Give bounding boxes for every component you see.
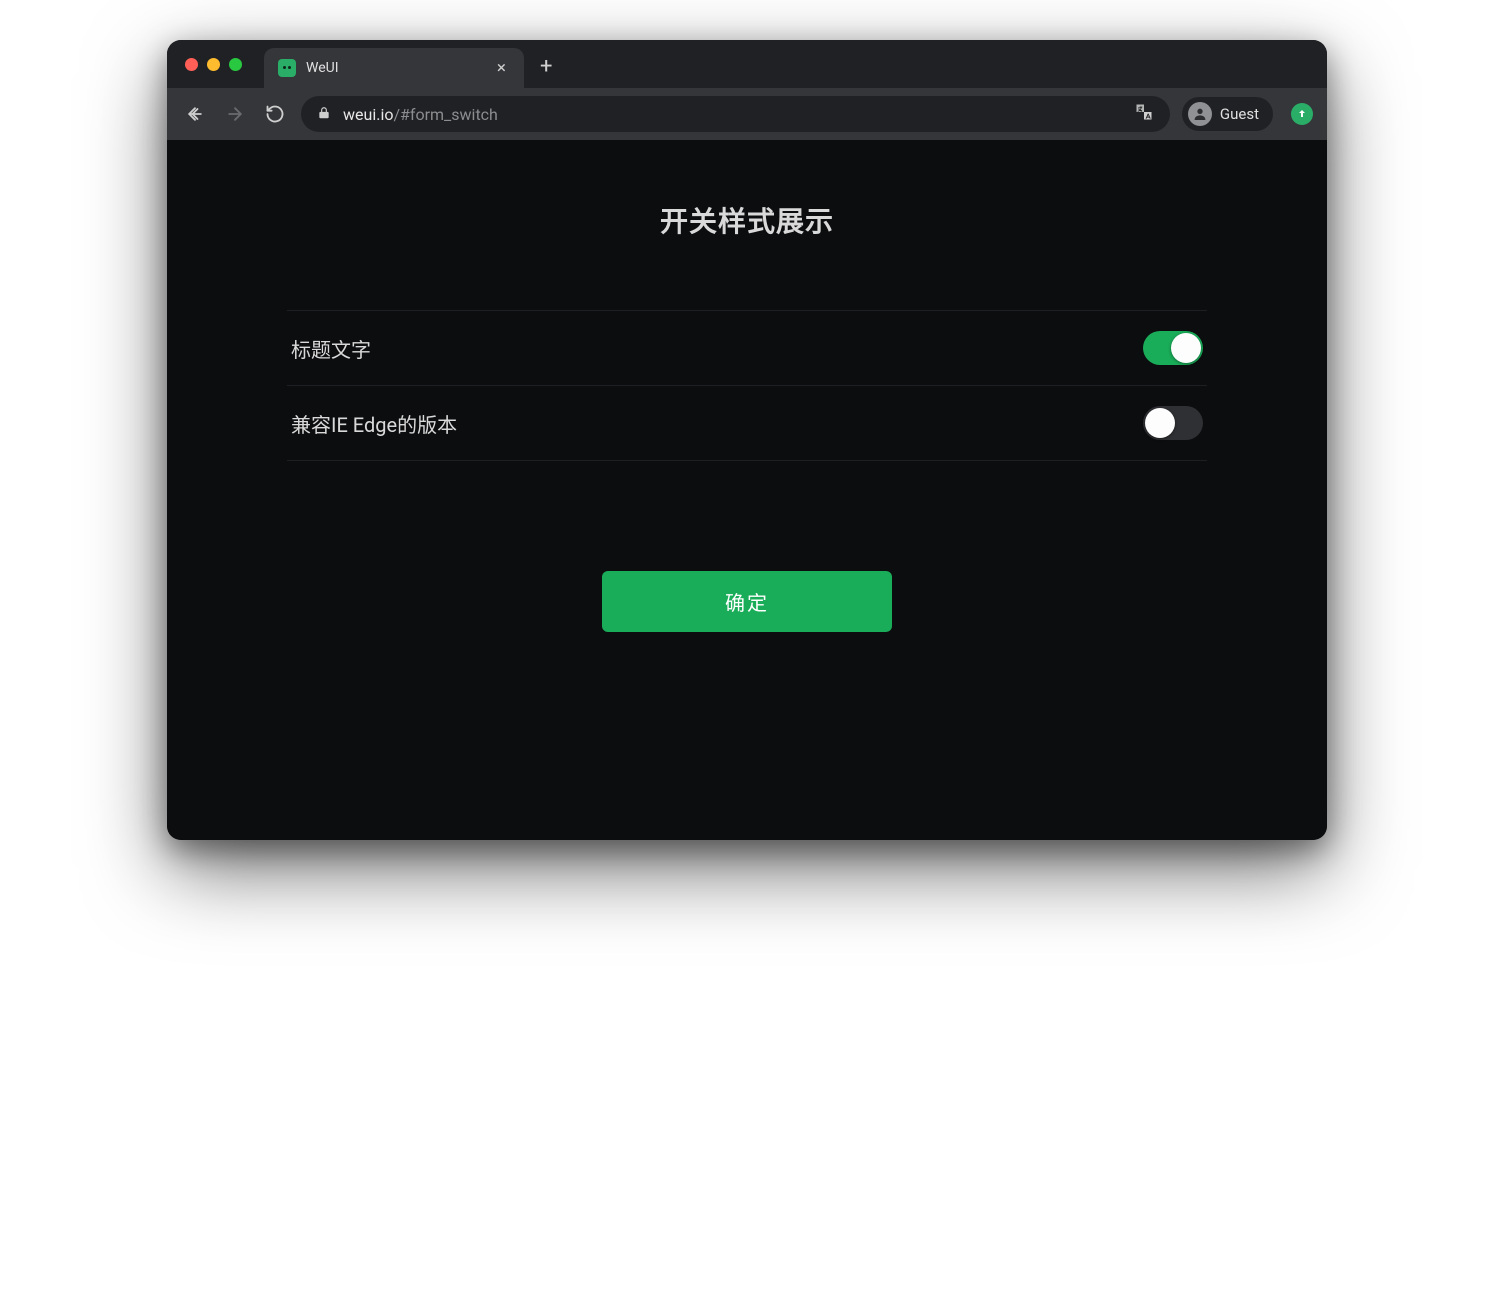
nav-reload-button[interactable] xyxy=(261,100,289,128)
tab-strip: WeUI × + xyxy=(167,40,1327,88)
browser-window: WeUI × + weui.io/#form_switch xyxy=(167,40,1327,840)
switch-knob xyxy=(1145,408,1175,438)
window-zoom-button[interactable] xyxy=(229,58,242,71)
nav-forward-button[interactable] xyxy=(221,100,249,128)
page-title: 开关样式展示 xyxy=(287,200,1207,240)
profile-label: Guest xyxy=(1220,105,1259,123)
switch-cell-title-text: 标题文字 xyxy=(287,311,1207,386)
browser-tab[interactable]: WeUI × xyxy=(264,48,524,88)
window-controls xyxy=(185,58,242,71)
page-viewport: 开关样式展示 标题文字 兼容IE Edge的版本 确定 xyxy=(167,140,1327,840)
switch-toggle-ie-edge[interactable] xyxy=(1143,406,1203,440)
extension-badge[interactable] xyxy=(1291,103,1313,125)
new-tab-button[interactable]: + xyxy=(524,54,568,79)
url-host: weui.io xyxy=(343,105,393,124)
address-bar[interactable]: weui.io/#form_switch xyxy=(301,96,1170,132)
window-minimize-button[interactable] xyxy=(207,58,220,71)
browser-toolbar: weui.io/#form_switch Guest xyxy=(167,88,1327,140)
lock-icon xyxy=(317,105,331,124)
wechat-favicon-icon xyxy=(278,59,296,77)
nav-back-button[interactable] xyxy=(181,100,209,128)
tab-title: WeUI xyxy=(306,60,483,76)
profile-chip[interactable]: Guest xyxy=(1182,97,1273,131)
tab-close-button[interactable]: × xyxy=(493,58,510,79)
url-path: /#form_switch xyxy=(393,105,497,124)
window-close-button[interactable] xyxy=(185,58,198,71)
url-text: weui.io/#form_switch xyxy=(343,105,1122,124)
switch-label: 兼容IE Edge的版本 xyxy=(291,409,457,438)
switch-cell-ie-edge: 兼容IE Edge的版本 xyxy=(287,386,1207,461)
avatar-icon xyxy=(1188,102,1212,126)
switch-label: 标题文字 xyxy=(291,334,371,363)
page-content: 开关样式展示 标题文字 兼容IE Edge的版本 确定 xyxy=(257,140,1237,712)
submit-button[interactable]: 确定 xyxy=(602,571,892,632)
button-area: 确定 xyxy=(287,571,1207,632)
switch-toggle-title-text[interactable] xyxy=(1143,331,1203,365)
switch-knob xyxy=(1171,333,1201,363)
translate-icon[interactable] xyxy=(1134,102,1154,126)
switch-list: 标题文字 兼容IE Edge的版本 xyxy=(287,310,1207,461)
